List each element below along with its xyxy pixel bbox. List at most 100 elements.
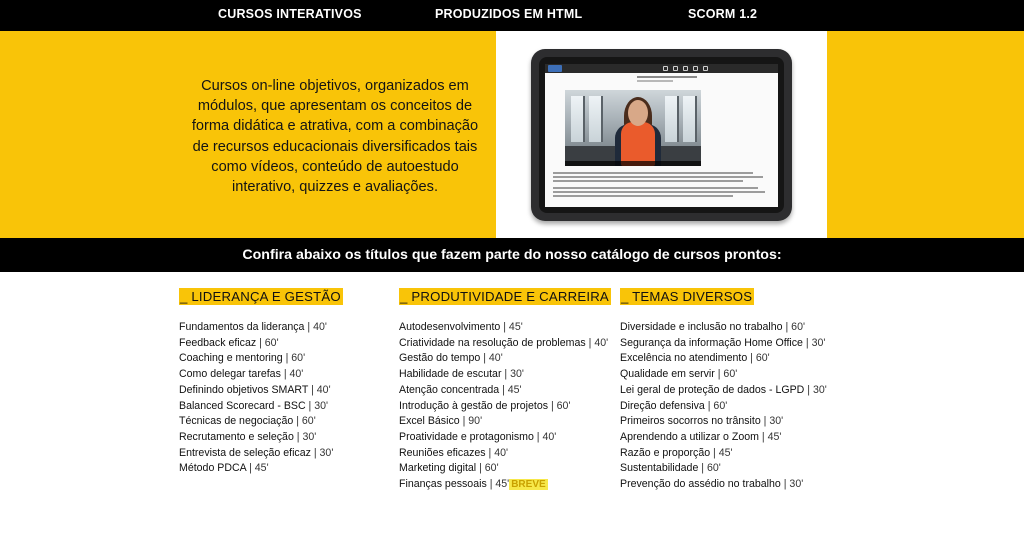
course-duration: | 30' (293, 430, 317, 443)
course-item[interactable]: Primeiros socorros no trânsito | 30' (620, 414, 835, 430)
course-duration: | 30' (760, 415, 784, 428)
screen-text-line (553, 187, 758, 189)
video-frame (565, 90, 701, 166)
video-controls (565, 161, 701, 166)
course-item[interactable]: Proatividade e protagonismo | 40' (399, 430, 614, 446)
course-list: Fundamentos da liderança | 40' Feedback e… (179, 320, 394, 477)
course-item[interactable]: Aprendendo a utilizar o Zoom | 45' (620, 430, 835, 446)
course-item[interactable]: Método PDCA | 45' (179, 461, 394, 477)
tablet-mockup-image (531, 49, 792, 221)
course-duration: | 30' (310, 446, 334, 459)
course-duration: | 60' (548, 399, 571, 412)
course-duration: | 40' (308, 383, 331, 396)
course-item[interactable]: Entrevista de seleção eficaz | 30' (179, 446, 394, 462)
column-title: _ PRODUTIVIDADE E CARREIRA (399, 288, 611, 305)
course-item[interactable]: Introdução à gestão de projetos | 60' (399, 399, 614, 415)
course-duration: | 40' (533, 430, 557, 443)
course-list: Autodesenvolvimento | 45' Criatividade na… (399, 320, 614, 493)
course-name: Razão e proporção (620, 446, 711, 459)
course-item[interactable]: Finanças pessoais | 45' BREVE (399, 477, 614, 493)
course-name: Método PDCA (179, 462, 247, 475)
course-item[interactable]: Feedback eficaz | 60' (179, 336, 394, 352)
course-item[interactable]: Prevenção do assédio no trabalho | 30' (620, 477, 835, 493)
course-name: Entrevista de seleção eficaz (179, 446, 311, 459)
course-item[interactable]: Definindo objetivos SMART | 40' (179, 383, 394, 399)
course-name: Prevenção do assédio no trabalho (620, 478, 781, 491)
course-name: Atenção concentrada (399, 383, 500, 396)
course-item[interactable]: Recrutamento e seleção | 30' (179, 430, 394, 446)
course-item[interactable]: Como delegar tarefas | 40' (179, 367, 394, 383)
hero-description: Cursos on-line objetivos, organizados em… (191, 78, 479, 196)
course-name: Habilidade de escutar (399, 368, 502, 381)
nav-cursos-interativos[interactable]: CURSOS INTERATIVOS (218, 7, 362, 21)
course-duration: | 45' (500, 321, 523, 333)
course-duration: | 30' (780, 478, 804, 491)
course-duration: | 30' (501, 368, 524, 381)
course-name: Diversidade e inclusão no trabalho (620, 321, 783, 333)
player-edit-icon (673, 66, 678, 71)
nav-scorm[interactable]: SCORM 1.2 (688, 7, 757, 21)
course-item[interactable]: Razão e proporção | 45' (620, 446, 835, 462)
course-duration: | 45' (246, 462, 269, 475)
course-list: Diversidade e inclusão no trabalho | 60'… (620, 320, 835, 493)
player-list-icon (683, 66, 688, 71)
course-item[interactable]: Técnicas de negociação | 60' (179, 414, 394, 430)
course-name: Coaching e mentoring (179, 352, 283, 365)
course-item[interactable]: Habilidade de escutar | 30' (399, 367, 614, 383)
course-duration: | 60' (282, 352, 306, 365)
course-duration: | 30' (804, 383, 827, 396)
course-item[interactable]: Marketing digital | 60' (399, 461, 614, 477)
course-name: Proatividade e protagonismo (399, 430, 534, 443)
course-name: Direção defensiva (620, 399, 705, 412)
course-item[interactable]: Sustentabilidade | 60' (620, 461, 835, 477)
course-duration: | 45' (486, 478, 510, 491)
course-player-screen (545, 64, 778, 207)
course-name: Excel Básico (399, 415, 460, 428)
course-name: Marketing digital (399, 462, 477, 475)
course-name: Gestão do tempo (399, 352, 481, 365)
course-duration: | 30' (802, 336, 826, 349)
course-duration: | 40' (304, 321, 327, 333)
course-item[interactable]: Qualidade em servir | 60' (620, 367, 835, 383)
course-name: Fundamentos da liderança (179, 321, 305, 333)
player-help-icon (693, 66, 698, 71)
course-duration: | 60' (704, 399, 728, 412)
course-duration: | 45' (710, 446, 733, 459)
video-window (589, 96, 603, 142)
course-duration: | 60' (293, 415, 316, 428)
hero-image-panel (496, 31, 827, 238)
course-item[interactable]: Autodesenvolvimento | 45' (399, 320, 614, 336)
course-name: Técnicas de negociação (179, 415, 294, 428)
screen-text-line (553, 195, 733, 197)
course-item[interactable]: Balanced Scorecard - BSC | 30' (179, 399, 394, 415)
course-item[interactable]: Direção defensiva | 60' (620, 399, 835, 415)
course-item[interactable]: Excel Básico | 90' (399, 414, 614, 430)
course-item[interactable]: Lei geral de proteção de dados - LGPD | … (620, 383, 835, 399)
catalog-banner: Confira abaixo os títulos que fazem part… (0, 238, 1024, 272)
course-item[interactable]: Segurança da informação Home Office | 30… (620, 336, 835, 352)
course-item[interactable]: Criatividade na resolução de problemas |… (399, 336, 614, 352)
course-duration: | 60' (782, 321, 805, 333)
course-item[interactable]: Excelência no atendimento | 60' (620, 351, 835, 367)
screen-text-line (553, 172, 753, 174)
course-duration: | 45' (758, 430, 782, 443)
presenter-top (621, 122, 655, 166)
course-name: Excelência no atendimento (620, 352, 748, 365)
course-item[interactable]: Fundamentos da liderança | 40' (179, 320, 394, 336)
course-name: Autodesenvolvimento (399, 321, 501, 333)
hero-section: Cursos on-line objetivos, organizados em… (0, 31, 1024, 238)
course-name: Recrutamento e seleção (179, 430, 294, 443)
course-name: Criatividade na resolução de problemas (399, 336, 586, 349)
course-item[interactable]: Coaching e mentoring | 60' (179, 351, 394, 367)
course-name: Lei geral de proteção de dados - LGPD (620, 383, 805, 396)
player-close-icon (703, 66, 708, 71)
course-item[interactable]: Gestão do tempo | 40' (399, 351, 614, 367)
video-window (683, 96, 697, 142)
course-item[interactable]: Diversidade e inclusão no trabalho | 60' (620, 320, 835, 336)
course-duration: | 40' (485, 446, 509, 459)
nav-produzidos-em-html[interactable]: PRODUZIDOS EM HTML (435, 7, 582, 21)
course-duration: | 60' (747, 352, 770, 365)
course-item[interactable]: Reuniões eficazes | 40' (399, 446, 614, 462)
course-item[interactable]: Atenção concentrada | 45' (399, 383, 614, 399)
course-duration: | 40' (480, 352, 503, 365)
